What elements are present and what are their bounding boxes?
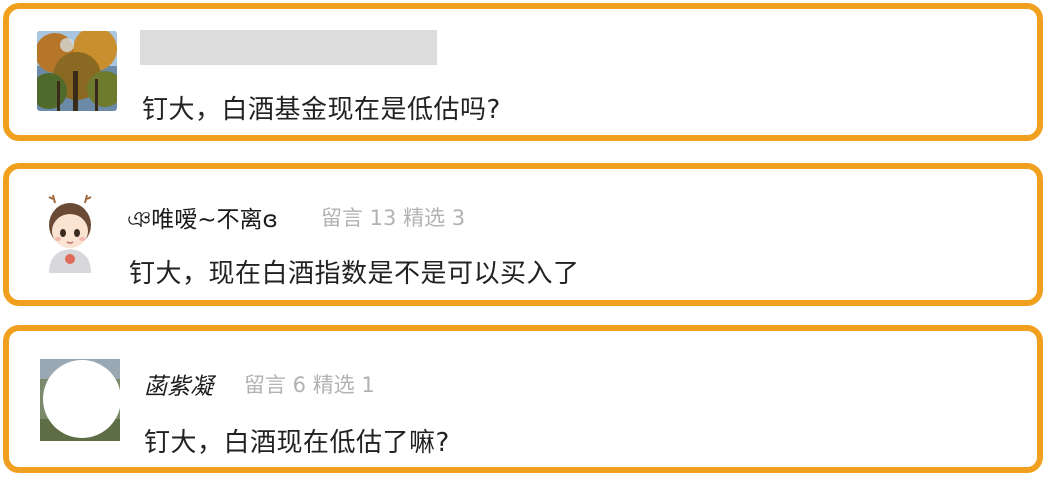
cartoon-boy-avatar[interactable]: [35, 193, 105, 273]
username[interactable]: 菡紫凝: [144, 367, 213, 401]
user-stats: 留言 6 精选 1: [244, 373, 375, 397]
user-stats: 留言 13 精选 3: [321, 206, 466, 230]
comment-text: 钉大，白酒现在低估了嘛?: [144, 428, 450, 458]
comment-card-2: ঞ唯嗳~不离ɞ 留言 13 精选 3 钉大，现在白酒指数是不是可以买入了: [3, 163, 1043, 306]
redacted-username: [140, 30, 437, 65]
comment-text: 钉大，白酒基金现在是低估吗?: [142, 95, 501, 125]
comment-card-1: 钉大，白酒基金现在是低估吗?: [3, 3, 1043, 141]
autumn-tree-photo: [37, 31, 117, 111]
white-circle-photo: [40, 359, 120, 441]
white-circle-avatar[interactable]: [40, 359, 120, 441]
username[interactable]: ঞ唯嗳~不离ɞ: [127, 200, 278, 240]
autumn-tree-avatar[interactable]: [37, 31, 117, 111]
comment-card-3: 菡紫凝 留言 6 精选 1 钉大，白酒现在低估了嘛?: [3, 325, 1043, 473]
cartoon-boy-illustration: [35, 193, 105, 273]
comment-text: 钉大，现在白酒指数是不是可以买入了: [129, 259, 580, 289]
